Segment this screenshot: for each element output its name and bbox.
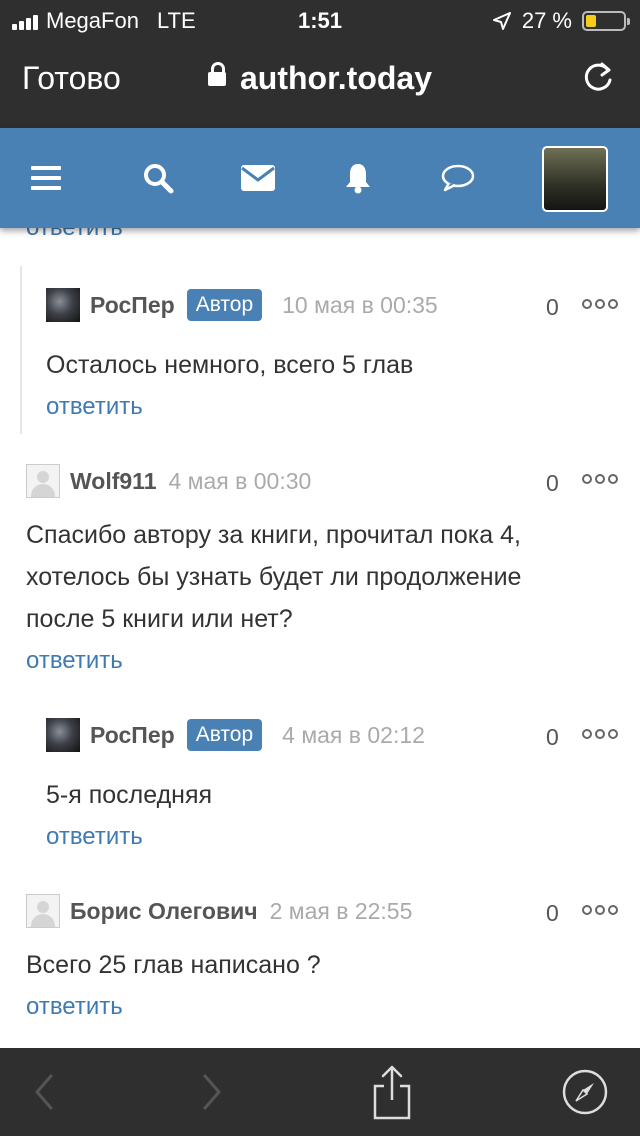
avatar[interactable] — [46, 288, 80, 322]
reload-icon[interactable] — [578, 58, 618, 98]
rating-count: 0 — [546, 294, 559, 320]
battery-percent: 27 % — [521, 8, 572, 33]
browser-bar: Готово author.today — [0, 40, 640, 128]
battery-icon — [582, 11, 630, 31]
address-bar[interactable]: author.today — [0, 60, 640, 97]
reply-link[interactable]: ответить — [46, 823, 143, 851]
comment-author[interactable]: Борис Олегович — [70, 898, 258, 925]
chat-icon[interactable] — [438, 158, 478, 198]
comment-text: Всего 25 глав написано ? — [26, 951, 321, 979]
url-text: author.today — [239, 60, 432, 96]
avatar[interactable] — [26, 894, 60, 928]
comment-date[interactable]: 2 мая в 22:55 — [270, 898, 413, 925]
comment-text: Спасибо автору за книги, прочитал пока 4… — [26, 514, 521, 640]
compass-icon[interactable] — [558, 1048, 612, 1136]
comment-date[interactable]: 4 мая в 00:30 — [169, 468, 312, 495]
comment-header: РосПер Автор 10 мая в 00:35 — [46, 288, 438, 322]
comment-header: Борис Олегович 2 мая в 22:55 — [26, 894, 412, 928]
reply-link[interactable]: ответить — [26, 228, 123, 242]
reply-link[interactable]: ответить — [26, 993, 123, 1021]
site-nav — [0, 128, 640, 228]
reply-link[interactable]: ответить — [26, 647, 123, 675]
comment-date[interactable]: 4 мая в 02:12 — [282, 722, 425, 749]
bell-icon[interactable] — [338, 158, 378, 198]
reply-link[interactable]: ответить — [46, 393, 143, 421]
comment-author[interactable]: РосПер — [90, 292, 175, 319]
menu-icon[interactable] — [26, 158, 66, 198]
comments-section: ответить РосПер Автор 10 мая в 00:35 0 О… — [0, 228, 640, 1048]
rating-count: 0 — [546, 900, 559, 926]
more-icon[interactable] — [582, 905, 618, 915]
avatar[interactable] — [26, 464, 60, 498]
mail-icon[interactable] — [238, 158, 278, 198]
location-icon — [492, 12, 511, 30]
author-badge: Автор — [186, 289, 263, 321]
author-badge: Автор — [186, 719, 263, 751]
rating-count: 0 — [546, 724, 559, 750]
comment-line: Спасибо автору за книги, прочитал пока 4… — [26, 521, 521, 549]
more-icon[interactable] — [582, 729, 618, 739]
comment-header: Wolf911 4 мая в 00:30 — [26, 464, 311, 498]
comment-date[interactable]: 10 мая в 00:35 — [282, 292, 438, 319]
avatar[interactable] — [46, 718, 80, 752]
more-icon[interactable] — [582, 299, 618, 309]
back-icon[interactable] — [22, 1048, 66, 1136]
browser-toolbar — [0, 1048, 640, 1136]
comment-author[interactable]: РосПер — [90, 722, 175, 749]
share-icon[interactable] — [364, 1048, 420, 1136]
status-bar: MegaFon LTE 1:51 27 % — [0, 0, 640, 40]
comment-text: Осталось немного, всего 5 глав — [46, 351, 414, 379]
comment-text: 5-я последняя — [46, 781, 213, 809]
comment-author[interactable]: Wolf911 — [70, 468, 157, 495]
search-icon[interactable] — [138, 158, 178, 198]
thread-line — [20, 266, 22, 434]
comment-line: после 5 книги или нет? — [26, 605, 293, 633]
forward-icon[interactable] — [190, 1048, 234, 1136]
comment-header: РосПер Автор 4 мая в 02:12 — [46, 718, 425, 752]
comment-line: хотелось бы узнать будет ли продолжение — [26, 563, 522, 591]
rating-count: 0 — [546, 470, 559, 496]
user-avatar[interactable] — [542, 146, 608, 212]
more-icon[interactable] — [582, 474, 618, 484]
lock-icon — [207, 61, 226, 86]
